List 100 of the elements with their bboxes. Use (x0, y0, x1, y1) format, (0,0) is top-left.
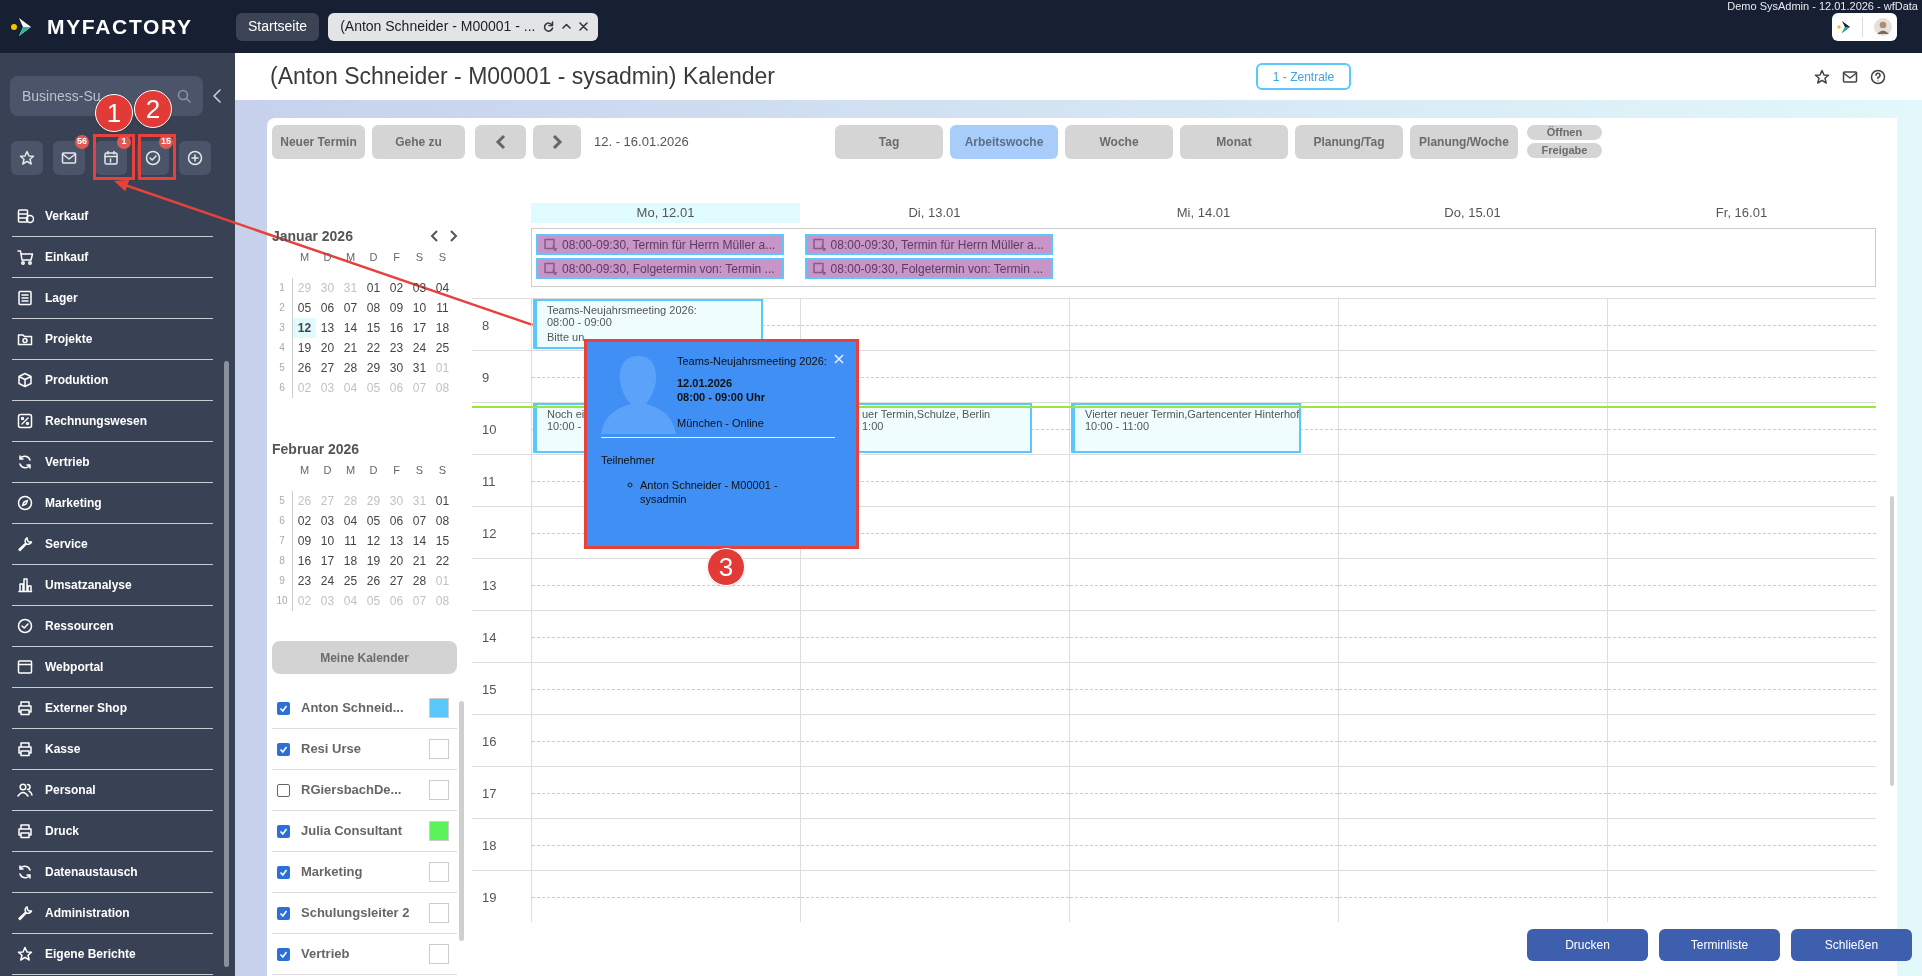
calendar-day[interactable]: 27 (385, 571, 408, 591)
calendar-day[interactable]: 29 (362, 358, 385, 378)
calendar-day[interactable]: 09 (385, 298, 408, 318)
calendar-day[interactable]: 12 (362, 531, 385, 551)
scrollbar[interactable] (224, 361, 229, 967)
help-icon[interactable] (1870, 68, 1886, 85)
day-header[interactable]: Fr, 16.01 (1607, 203, 1876, 223)
calendar-day[interactable]: 15 (362, 318, 385, 338)
calendar-day[interactable]: 13 (385, 531, 408, 551)
calendar-day[interactable]: 30 (385, 358, 408, 378)
calendar-day[interactable]: 07 (339, 298, 362, 318)
menu-item[interactable]: Eigene Berichte (12, 934, 213, 975)
calendar-day[interactable]: 21 (339, 338, 362, 358)
calendar-day[interactable]: 25 (431, 338, 454, 358)
next-button[interactable] (533, 125, 581, 159)
checkbox[interactable] (277, 865, 290, 879)
calendar-day[interactable]: 20 (316, 338, 339, 358)
chevron-right-icon[interactable] (448, 230, 458, 242)
search-icon[interactable] (177, 89, 191, 103)
small-button[interactable]: Öffnen (1527, 125, 1602, 140)
calendar-day[interactable]: 03 (316, 511, 339, 531)
tab[interactable]: (Anton Schneider - M00001 - ... (328, 12, 599, 41)
menu-item[interactable]: Webportal (12, 647, 213, 688)
calendar-day[interactable]: 21 (408, 551, 431, 571)
calendar-day[interactable]: 02 (293, 511, 316, 531)
view-tab[interactable]: Planung/Woche (1410, 125, 1518, 159)
menu-item[interactable]: Administration (12, 893, 213, 934)
view-tab[interactable]: Woche (1065, 125, 1173, 159)
checkbox[interactable] (277, 906, 290, 920)
calendar-day[interactable]: 26 (293, 358, 316, 378)
calendar-day[interactable]: 22 (431, 551, 454, 571)
calendar-day[interactable]: 01 (431, 491, 454, 511)
color-swatch[interactable] (429, 903, 449, 923)
footer-button[interactable]: Terminliste (1659, 929, 1780, 961)
calendar-day[interactable]: 28 (408, 571, 431, 591)
tab[interactable]: Startseite (236, 12, 320, 41)
calendar-day[interactable]: 26 (362, 571, 385, 591)
footer-button[interactable]: Drucken (1527, 929, 1648, 961)
calendar-day[interactable]: 11 (431, 298, 454, 318)
all-day-event[interactable]: 08:00-09:30, Folgetermin von: Termin ... (536, 258, 784, 279)
menu-item[interactable]: Druck (12, 811, 213, 852)
caret-icon[interactable] (562, 22, 572, 31)
quick-button[interactable] (179, 141, 211, 175)
calendar-day[interactable]: 13 (316, 318, 339, 338)
calendar-day[interactable]: 24 (408, 338, 431, 358)
color-swatch[interactable] (429, 944, 449, 964)
menu-item[interactable]: Personal (12, 770, 213, 811)
collapse-icon[interactable] (212, 89, 222, 103)
menu-item[interactable]: Vertrieb (12, 442, 213, 483)
calendar-day[interactable]: 02 (385, 278, 408, 298)
toolbar-button[interactable]: Neuer Termin (272, 125, 365, 159)
view-tab[interactable]: Planung/Tag (1295, 125, 1403, 159)
calendar-day[interactable]: 06 (385, 511, 408, 531)
calendar-day[interactable]: 01 (362, 278, 385, 298)
calendar-day[interactable]: 18 (339, 551, 362, 571)
calendar-day[interactable]: 14 (339, 318, 362, 338)
calendar-day[interactable]: 05 (293, 298, 316, 318)
calendar-day[interactable]: 23 (293, 571, 316, 591)
menu-item[interactable]: Rechnungswesen (12, 401, 213, 442)
calendar-day[interactable]: 08 (431, 511, 454, 531)
calendar-day[interactable]: 12 (293, 318, 316, 338)
calendar-day[interactable]: 15 (431, 531, 454, 551)
menu-item[interactable]: Projekte (12, 319, 213, 360)
view-tab[interactable]: Tag (835, 125, 943, 159)
calendar-day[interactable]: 25 (339, 571, 362, 591)
calendar-day[interactable]: 19 (293, 338, 316, 358)
event[interactable]: Vierter neuer Termin,Gartencenter Hinterhof 10:00 - 11:00 (1071, 403, 1301, 453)
color-swatch[interactable] (429, 821, 449, 841)
calendar-day[interactable]: 19 (362, 551, 385, 571)
calendar-day[interactable]: 14 (408, 531, 431, 551)
day-header[interactable]: Di, 13.01 (800, 203, 1069, 223)
day-header[interactable]: Do, 15.01 (1338, 203, 1607, 223)
star-icon[interactable] (1814, 68, 1830, 85)
all-day-event[interactable]: 08:00-09:30, Folgetermin von: Termin ... (804, 258, 1053, 279)
quick-button[interactable] (11, 141, 43, 175)
calendar-day[interactable]: 16 (385, 318, 408, 338)
calendar-day[interactable]: 09 (293, 531, 316, 551)
menu-item[interactable]: Ressourcen (12, 606, 213, 647)
calendar-day[interactable]: 20 (385, 551, 408, 571)
refresh-icon[interactable] (543, 21, 555, 32)
chevron-left-icon[interactable] (430, 230, 440, 242)
all-day-event[interactable]: 08:00-09:30, Termin für Herrn Müller a... (804, 234, 1053, 255)
calendar-day[interactable]: 10 (408, 298, 431, 318)
checkbox[interactable] (277, 947, 290, 961)
calendar-day[interactable]: 07 (408, 511, 431, 531)
menu-item[interactable]: Einkauf (12, 237, 213, 278)
menu-item[interactable]: Externer Shop (12, 688, 213, 729)
close-icon[interactable] (579, 22, 589, 31)
menu-item[interactable]: Verkauf (12, 196, 213, 237)
scrollbar[interactable] (459, 701, 464, 941)
calendar-day[interactable]: 23 (385, 338, 408, 358)
app-switcher[interactable] (1832, 13, 1897, 41)
calendar-day[interactable]: 24 (316, 571, 339, 591)
checkbox[interactable] (277, 701, 290, 715)
day-header[interactable]: Mi, 14.01 (1069, 203, 1338, 223)
calendar-day[interactable]: 18 (431, 318, 454, 338)
calendar-day[interactable]: 05 (362, 511, 385, 531)
toolbar-button[interactable]: Gehe zu (372, 125, 465, 159)
calendar-day[interactable]: 04 (339, 511, 362, 531)
calendar-day[interactable]: 04 (431, 278, 454, 298)
